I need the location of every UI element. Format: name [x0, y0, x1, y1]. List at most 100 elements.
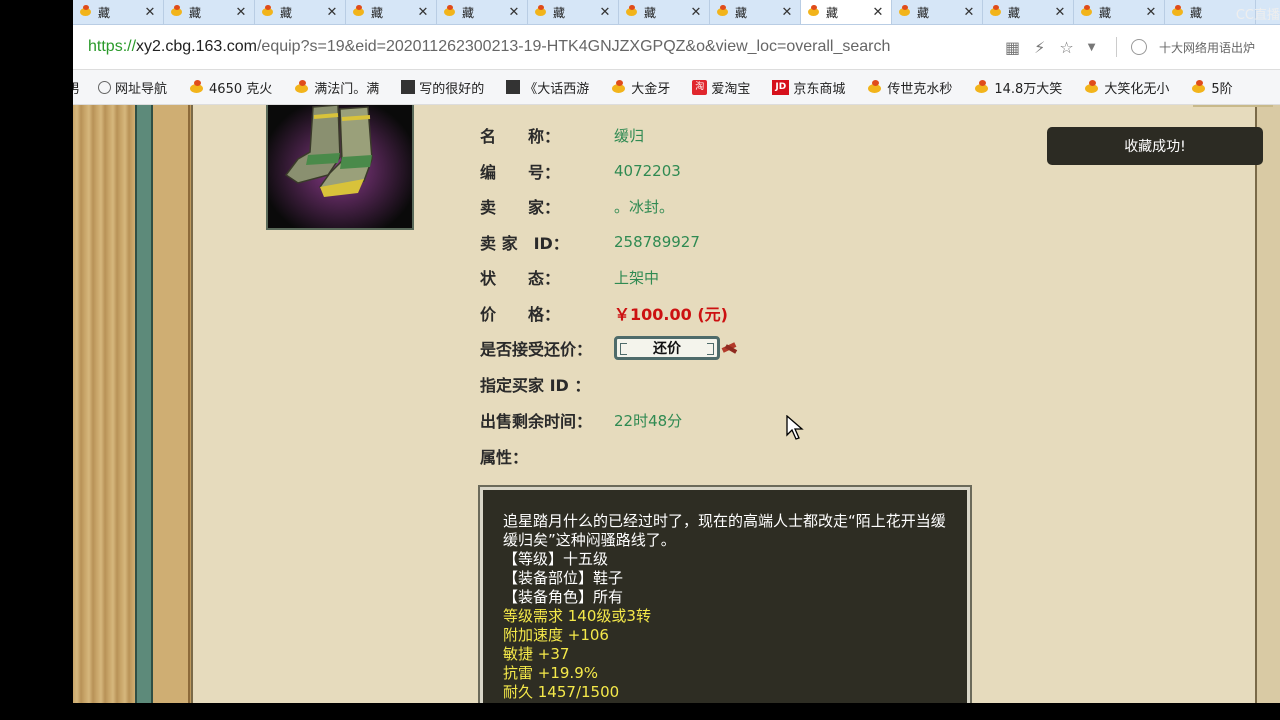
tab[interactable]: 藏 ✕: [619, 0, 710, 24]
bookmarks-bar: 男 网址导航 4650 克火 满法门。满 写的很好的 《大话西游 大金牙 淘爱淘…: [73, 70, 1280, 105]
search-suggestion[interactable]: 十大网络用语出炉: [1131, 25, 1255, 69]
site-favicon: [79, 5, 93, 19]
page-icon: [401, 80, 416, 94]
bookmark[interactable]: 淘爱淘宝: [692, 78, 750, 97]
bookmark[interactable]: JD 京东商城: [772, 78, 845, 97]
description-line: 【装备角色】所有: [503, 588, 624, 606]
bookmark[interactable]: 写的很好的: [401, 78, 484, 97]
site-favicon: [1171, 5, 1185, 19]
close-icon[interactable]: ✕: [416, 5, 430, 20]
bookmark[interactable]: 《大话西游: [506, 78, 589, 97]
stream-watermark: CC直播: [1235, 8, 1280, 23]
bookmark-overflow[interactable]: 男: [73, 78, 80, 97]
tab[interactable]: 藏 ✕: [346, 0, 437, 24]
site-favicon: [807, 5, 821, 19]
tab[interactable]: 藏 ✕: [164, 0, 255, 24]
close-icon[interactable]: ✕: [871, 5, 885, 20]
page-content: 名 称： 缓归 编 号： 4072203 卖 家： 。冰封。 卖 家 ID： 25878…: [73, 105, 1280, 703]
tab-bar: 藏 ✕ 藏 ✕ 藏 ✕ 藏 ✕ 藏 ✕ 藏 ✕ 藏 ✕ 藏 ✕ 藏 ✕ 藏 ✕ 藏 ✕ 藏 ✕ 藏: [73, 0, 1280, 25]
toast-message: 收藏成功!: [1047, 127, 1263, 165]
divider: [1193, 105, 1273, 107]
description-intro: 追星踏月什么的已经过时了，现在的高端人士都改走“陌上花开当缓缓归矣”这种闷骚路线…: [503, 512, 946, 549]
description-line: 【装备部位】鞋子: [503, 569, 624, 587]
close-icon[interactable]: ✕: [780, 5, 794, 20]
jd-icon: JD: [772, 79, 790, 95]
globe-icon: [98, 80, 112, 94]
tab[interactable]: 藏 ✕: [892, 0, 983, 24]
site-favicon: [170, 5, 184, 19]
description-line: 【等级】十五级: [503, 550, 609, 568]
stat-line: 抗雷 +19.9%: [503, 664, 598, 682]
field-designated-buyer: 指定买家 ID ：: [480, 376, 591, 395]
bookmark[interactable]: 网址导航: [98, 78, 167, 97]
bookmark[interactable]: 满法门。满: [294, 78, 379, 97]
site-favicon: [625, 5, 639, 19]
tab[interactable]: 藏 ✕: [710, 0, 801, 24]
bookmark[interactable]: 4650 克火: [189, 78, 272, 97]
tab[interactable]: 藏 ✕: [255, 0, 346, 24]
bookmark[interactable]: 传世克水秒: [867, 78, 952, 97]
site-favicon: [1080, 5, 1094, 19]
item-detail-panel: 名 称： 缓归 编 号： 4072203 卖 家： 。冰封。 卖 家 ID： 25878…: [191, 105, 1273, 703]
field-seller-id: 卖 家 ID： 258789927: [480, 233, 700, 253]
field-time-left: 出售剩余时间： 22时48分: [480, 411, 683, 432]
site-favicon: [352, 5, 366, 19]
close-icon[interactable]: ✕: [143, 5, 157, 20]
close-icon[interactable]: ✕: [962, 5, 976, 20]
counter-offer-button[interactable]: 还价: [614, 336, 720, 360]
close-icon[interactable]: ✕: [507, 5, 521, 20]
lightning-icon[interactable]: ⚡: [1034, 38, 1045, 57]
field-counter-offer: 是否接受还价： 还价: [480, 336, 738, 360]
bookmark[interactable]: 5阶: [1191, 78, 1233, 97]
close-icon[interactable]: ✕: [598, 5, 612, 20]
star-icon: [1191, 80, 1207, 94]
bookmark[interactable]: 14.8万大笑: [974, 78, 1062, 97]
address-bar[interactable]: https://xy2.cbg.163.com/equip?s=19&eid=2…: [73, 25, 1280, 70]
site-favicon: [898, 5, 912, 19]
decorative-frame-edge: [153, 105, 190, 703]
stat-line: 敏捷 +37: [503, 645, 570, 663]
site-favicon: [716, 5, 730, 19]
close-icon[interactable]: ✕: [234, 5, 248, 20]
browser-window: 藏 ✕ 藏 ✕ 藏 ✕ 藏 ✕ 藏 ✕ 藏 ✕ 藏 ✕ 藏 ✕ 藏 ✕ 藏 ✕ 藏 ✕ 藏 ✕ 藏 CC…: [73, 0, 1280, 703]
site-favicon: [989, 5, 1003, 19]
close-icon[interactable]: ✕: [1053, 5, 1067, 20]
ribbon-icon: [722, 342, 738, 354]
taobao-icon: 淘: [692, 79, 708, 95]
close-icon[interactable]: ✕: [1144, 5, 1158, 20]
bookmark[interactable]: 大金牙: [611, 78, 670, 97]
field-id: 编 号： 4072203: [480, 162, 681, 182]
tab[interactable]: 藏 ✕: [528, 0, 619, 24]
field-seller: 卖 家： 。冰封。: [480, 197, 675, 218]
chevron-down-icon[interactable]: ▼: [1088, 42, 1096, 53]
close-icon[interactable]: ✕: [689, 5, 703, 20]
field-name: 名 称： 缓归: [480, 126, 645, 147]
tab[interactable]: 藏 ✕: [1074, 0, 1165, 24]
field-attributes: 属性：: [480, 448, 529, 467]
close-icon[interactable]: ✕: [325, 5, 339, 20]
item-image: [266, 105, 414, 230]
field-status: 状 态： 上架中: [480, 268, 660, 289]
url-field[interactable]: https://xy2.cbg.163.com/equip?s=19&eid=2…: [88, 38, 988, 56]
star-outline-icon[interactable]: ☆: [1059, 38, 1073, 57]
stat-line: 附加速度 +106: [503, 626, 609, 644]
page-icon: [506, 80, 521, 94]
field-price: 价 格： ￥100.00 (元): [480, 305, 728, 324]
bookmark[interactable]: 大笑化无小: [1084, 78, 1169, 97]
tab[interactable]: 藏 ✕: [73, 0, 164, 24]
star-icon: [611, 80, 627, 94]
item-description-box: 追星踏月什么的已经过时了，现在的高端人士都改走“陌上花开当缓缓归矣”这种闷骚路线…: [478, 485, 972, 703]
site-favicon: [534, 5, 548, 19]
tab-active[interactable]: 藏 ✕: [801, 0, 892, 24]
site-favicon: [443, 5, 457, 19]
star-icon: [974, 80, 990, 94]
tab[interactable]: 藏 ✕: [983, 0, 1074, 24]
stat-line: 等级需求 140级或3转: [503, 607, 651, 625]
star-icon: [867, 80, 883, 94]
star-icon: [294, 80, 310, 94]
star-icon: [189, 80, 205, 94]
tab[interactable]: 藏 ✕: [437, 0, 528, 24]
divider: [1116, 37, 1117, 57]
grid-icon[interactable]: ▦: [1005, 38, 1020, 57]
star-icon: [1084, 80, 1100, 94]
